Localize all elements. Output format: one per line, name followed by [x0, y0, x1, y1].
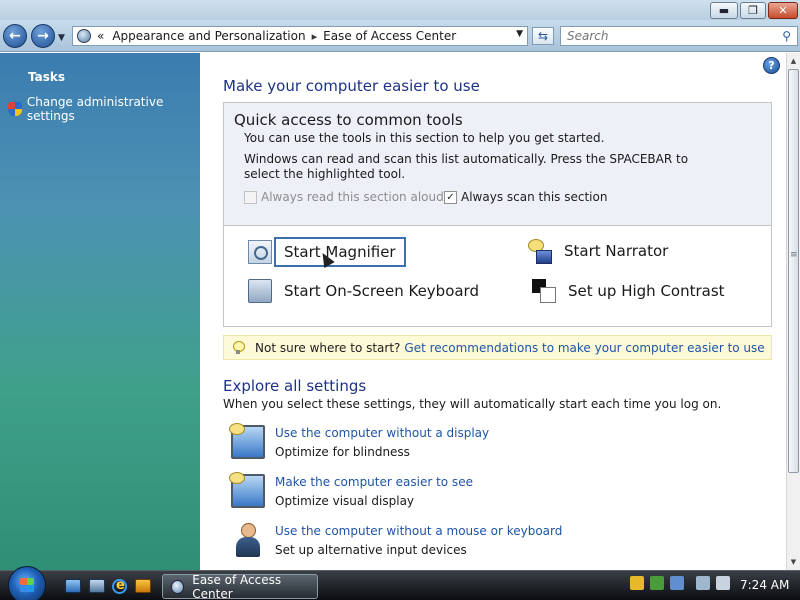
without-display-link[interactable]: Use the computer without a display — [275, 425, 489, 441]
recent-pages-dropdown[interactable]: ▼ — [58, 33, 65, 43]
quick-access-description: You can use the tools in this section to… — [244, 131, 605, 145]
get-recommendations-link[interactable]: Get recommendations to make your compute… — [404, 341, 764, 355]
magnifier-icon — [248, 240, 272, 264]
scroll-up-icon[interactable]: ▲ — [787, 54, 800, 68]
keyboard-icon — [248, 279, 272, 303]
taskbar: Ease of Access Center 7:24 AM — [0, 566, 800, 600]
taskbar-window-button[interactable]: Ease of Access Center — [162, 572, 318, 600]
change-admin-settings-label[interactable]: Change administrative settings — [27, 95, 200, 123]
change-admin-settings-link[interactable]: Change administrative settings — [8, 95, 200, 123]
easier-to-see-description: Optimize visual display — [275, 494, 415, 508]
control-panel-icon — [171, 579, 185, 594]
person-icon — [231, 523, 265, 557]
minimize-button[interactable]: ▬ — [710, 2, 738, 19]
quick-access-header: Quick access to common tools You can use… — [224, 103, 771, 226]
breadcrumb-ease-of-access[interactable]: Ease of Access Center — [323, 29, 456, 43]
maximize-button[interactable]: ❐ — [740, 2, 766, 19]
start-narrator-button[interactable]: Start Narrator — [528, 239, 668, 264]
scan-section-label: Always scan this section — [461, 190, 608, 204]
main-content: ? Make your computer easier to use Quick… — [200, 53, 786, 570]
security-alert-icon[interactable] — [630, 576, 644, 590]
without-mouse-description: Set up alternative input devices — [275, 543, 467, 557]
task-pane: Tasks Change administrative settings — [0, 53, 200, 570]
breadcrumb-separator-icon[interactable]: ▸ — [312, 30, 318, 43]
title-bar: ▬ ❐ ✕ — [0, 0, 800, 20]
quick-access-panel: Quick access to common tools You can use… — [223, 102, 772, 327]
quick-access-scan-description: Windows can read and scan this list auto… — [244, 152, 689, 181]
address-dropdown-icon[interactable]: ▼ — [516, 29, 523, 39]
refresh-icon: ⇆ — [537, 29, 549, 43]
close-button[interactable]: ✕ — [768, 2, 798, 19]
tasks-heading: Tasks — [28, 70, 66, 84]
read-aloud-checkbox[interactable]: Always read this section aloud — [244, 190, 444, 204]
back-arrow-icon: ← — [9, 28, 21, 44]
switch-windows-icon[interactable] — [89, 579, 105, 593]
without-mouse-link[interactable]: Use the computer without a mouse or keyb… — [275, 523, 562, 539]
recommendation-tip-bar: Not sure where to start? Get recommendat… — [223, 335, 772, 360]
forward-arrow-icon: → — [37, 28, 49, 44]
taskbar-window-label: Ease of Access Center — [192, 572, 282, 600]
address-bar[interactable]: « Appearance and Personalization ▸ Ease … — [72, 26, 528, 46]
notification-area — [630, 576, 736, 590]
tip-prefix: Not sure where to start? — [255, 340, 401, 355]
sidebar-icon[interactable] — [670, 576, 684, 590]
high-contrast-icon — [532, 279, 556, 303]
checkbox-checked-icon[interactable]: ✓ — [444, 190, 457, 204]
explore-settings-description: When you select these settings, they wil… — [223, 397, 722, 411]
easier-to-see-link[interactable]: Make the computer easier to see — [275, 474, 473, 490]
address-overflow-chevron[interactable]: « — [97, 29, 104, 43]
search-box[interactable]: ⚲ — [560, 26, 798, 46]
checkbox-unchecked-icon[interactable] — [244, 190, 257, 204]
high-contrast-label[interactable]: Set up High Contrast — [568, 282, 725, 300]
network-icon[interactable] — [696, 576, 710, 590]
media-player-icon[interactable] — [135, 579, 151, 593]
breadcrumb-appearance[interactable]: Appearance and Personalization — [112, 29, 305, 43]
start-button[interactable] — [8, 566, 46, 600]
quick-access-title: Quick access to common tools — [234, 111, 463, 129]
read-aloud-label: Always read this section aloud — [261, 190, 444, 204]
search-icon[interactable]: ⚲ — [782, 29, 791, 43]
on-screen-keyboard-label[interactable]: Start On-Screen Keyboard — [284, 282, 479, 300]
set-up-high-contrast-button[interactable]: Set up High Contrast — [532, 279, 725, 303]
back-button[interactable]: ← — [3, 24, 27, 48]
address-toolbar: ← → ▼ « Appearance and Personalization ▸… — [0, 20, 800, 52]
help-icon[interactable]: ? — [763, 57, 780, 74]
vertical-scrollbar[interactable]: ▲ ▼ — [786, 53, 800, 570]
monitor-icon — [229, 472, 265, 508]
start-narrator-label[interactable]: Start Narrator — [564, 242, 668, 260]
page-title: Make your computer easier to use — [223, 77, 480, 95]
setting-item-easier-to-see[interactable]: Make the computer easier to see Optimize… — [229, 472, 473, 509]
system-clock[interactable]: 7:24 AM — [740, 578, 789, 592]
show-desktop-icon[interactable] — [65, 579, 81, 593]
volume-muted-icon[interactable] — [716, 576, 730, 590]
internet-explorer-icon[interactable] — [112, 578, 127, 594]
search-input[interactable] — [561, 27, 761, 45]
start-magnifier-label[interactable]: Start Magnifier — [274, 237, 406, 267]
scroll-thumb[interactable] — [788, 69, 799, 473]
setting-item-without-display[interactable]: Use the computer without a display Optim… — [229, 423, 489, 460]
forward-button[interactable]: → — [31, 24, 55, 48]
explore-settings-heading: Explore all settings — [223, 377, 367, 395]
without-display-description: Optimize for blindness — [275, 445, 410, 459]
narrator-icon — [528, 239, 552, 264]
control-panel-icon — [77, 29, 91, 43]
windows-defender-icon[interactable] — [650, 576, 664, 590]
setting-item-without-mouse[interactable]: Use the computer without a mouse or keyb… — [231, 523, 562, 558]
scroll-down-icon[interactable]: ▼ — [787, 555, 800, 569]
monitor-icon — [229, 423, 265, 459]
security-shield-icon — [8, 101, 22, 117]
refresh-button[interactable]: ⇆ — [532, 27, 554, 45]
lightbulb-icon — [233, 341, 245, 354]
scan-section-checkbox[interactable]: ✓ Always scan this section — [444, 190, 607, 204]
start-on-screen-keyboard-button[interactable]: Start On-Screen Keyboard — [248, 279, 479, 303]
